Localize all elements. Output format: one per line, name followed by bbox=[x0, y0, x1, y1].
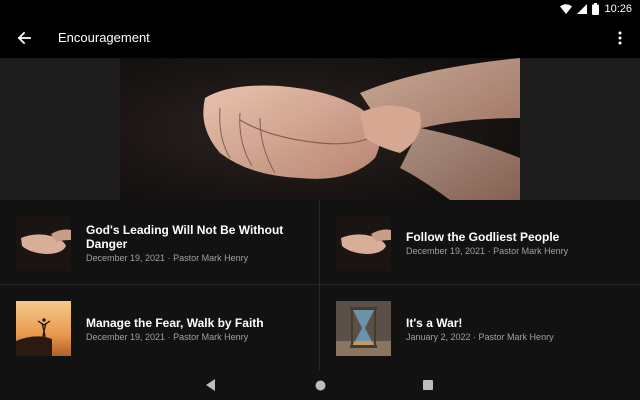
nav-back-button[interactable] bbox=[203, 377, 219, 393]
cellular-signal-icon bbox=[577, 4, 588, 14]
more-vert-icon bbox=[618, 31, 622, 45]
thumbnail-hands bbox=[16, 216, 71, 271]
item-date: January 2, 2022 bbox=[406, 332, 471, 342]
app-bar: Encouragement bbox=[0, 18, 640, 58]
square-recents-icon bbox=[423, 380, 433, 390]
list-item[interactable]: It's a War! January 2, 2022 · Pastor Mar… bbox=[320, 285, 640, 370]
more-options-button[interactable] bbox=[610, 26, 630, 50]
meta-separator: · bbox=[165, 253, 174, 263]
arrow-back-icon bbox=[17, 31, 31, 45]
nav-home-button[interactable] bbox=[312, 377, 328, 393]
list-item[interactable]: God's Leading Will Not Be Without Danger… bbox=[0, 200, 320, 285]
item-meta: January 2, 2022 · Pastor Mark Henry bbox=[406, 332, 626, 342]
page-title: Encouragement bbox=[58, 30, 150, 45]
battery-icon bbox=[592, 3, 600, 15]
item-author: Pastor Mark Henry bbox=[173, 253, 249, 263]
triangle-back-icon bbox=[206, 379, 215, 391]
status-icons: 10:26 bbox=[560, 2, 632, 16]
sermon-list: God's Leading Will Not Be Without Danger… bbox=[0, 200, 640, 370]
item-title: God's Leading Will Not Be Without Danger bbox=[86, 223, 284, 251]
item-meta: December 19, 2021 · Pastor Mark Henry bbox=[86, 332, 305, 342]
item-title: Manage the Fear, Walk by Faith bbox=[86, 316, 264, 330]
item-author: Pastor Mark Henry bbox=[173, 332, 249, 342]
meta-separator: · bbox=[470, 332, 479, 342]
system-nav-bar bbox=[0, 370, 640, 400]
nav-recents-button[interactable] bbox=[420, 377, 436, 393]
meta-separator: · bbox=[485, 246, 494, 256]
hero-banner bbox=[0, 58, 640, 200]
list-item[interactable]: Manage the Fear, Walk by Faith December … bbox=[0, 285, 320, 370]
circle-home-icon bbox=[315, 380, 325, 390]
thumbnail-hourglass bbox=[336, 301, 391, 356]
item-date: December 19, 2021 bbox=[406, 246, 486, 256]
item-title: Follow the Godliest People bbox=[406, 230, 560, 244]
hero-image-hands bbox=[120, 58, 520, 200]
item-date: December 19, 2021 bbox=[86, 253, 166, 263]
list-item[interactable]: Follow the Godliest People December 19, … bbox=[320, 200, 640, 285]
status-bar: 10:26 bbox=[0, 0, 640, 18]
meta-separator: · bbox=[165, 332, 174, 342]
item-author: Pastor Mark Henry bbox=[478, 332, 554, 342]
item-date: December 19, 2021 bbox=[86, 332, 166, 342]
thumbnail-sunset-cliff bbox=[16, 301, 71, 356]
thumbnail-hands bbox=[336, 216, 391, 271]
status-time: 10:26 bbox=[604, 3, 632, 15]
item-author: Pastor Mark Henry bbox=[493, 246, 569, 256]
wifi-icon bbox=[560, 4, 573, 14]
item-title: It's a War! bbox=[406, 316, 463, 330]
back-button[interactable] bbox=[12, 26, 36, 50]
item-meta: December 19, 2021 · Pastor Mark Henry bbox=[406, 246, 626, 256]
item-meta: December 19, 2021 · Pastor Mark Henry bbox=[86, 253, 305, 263]
